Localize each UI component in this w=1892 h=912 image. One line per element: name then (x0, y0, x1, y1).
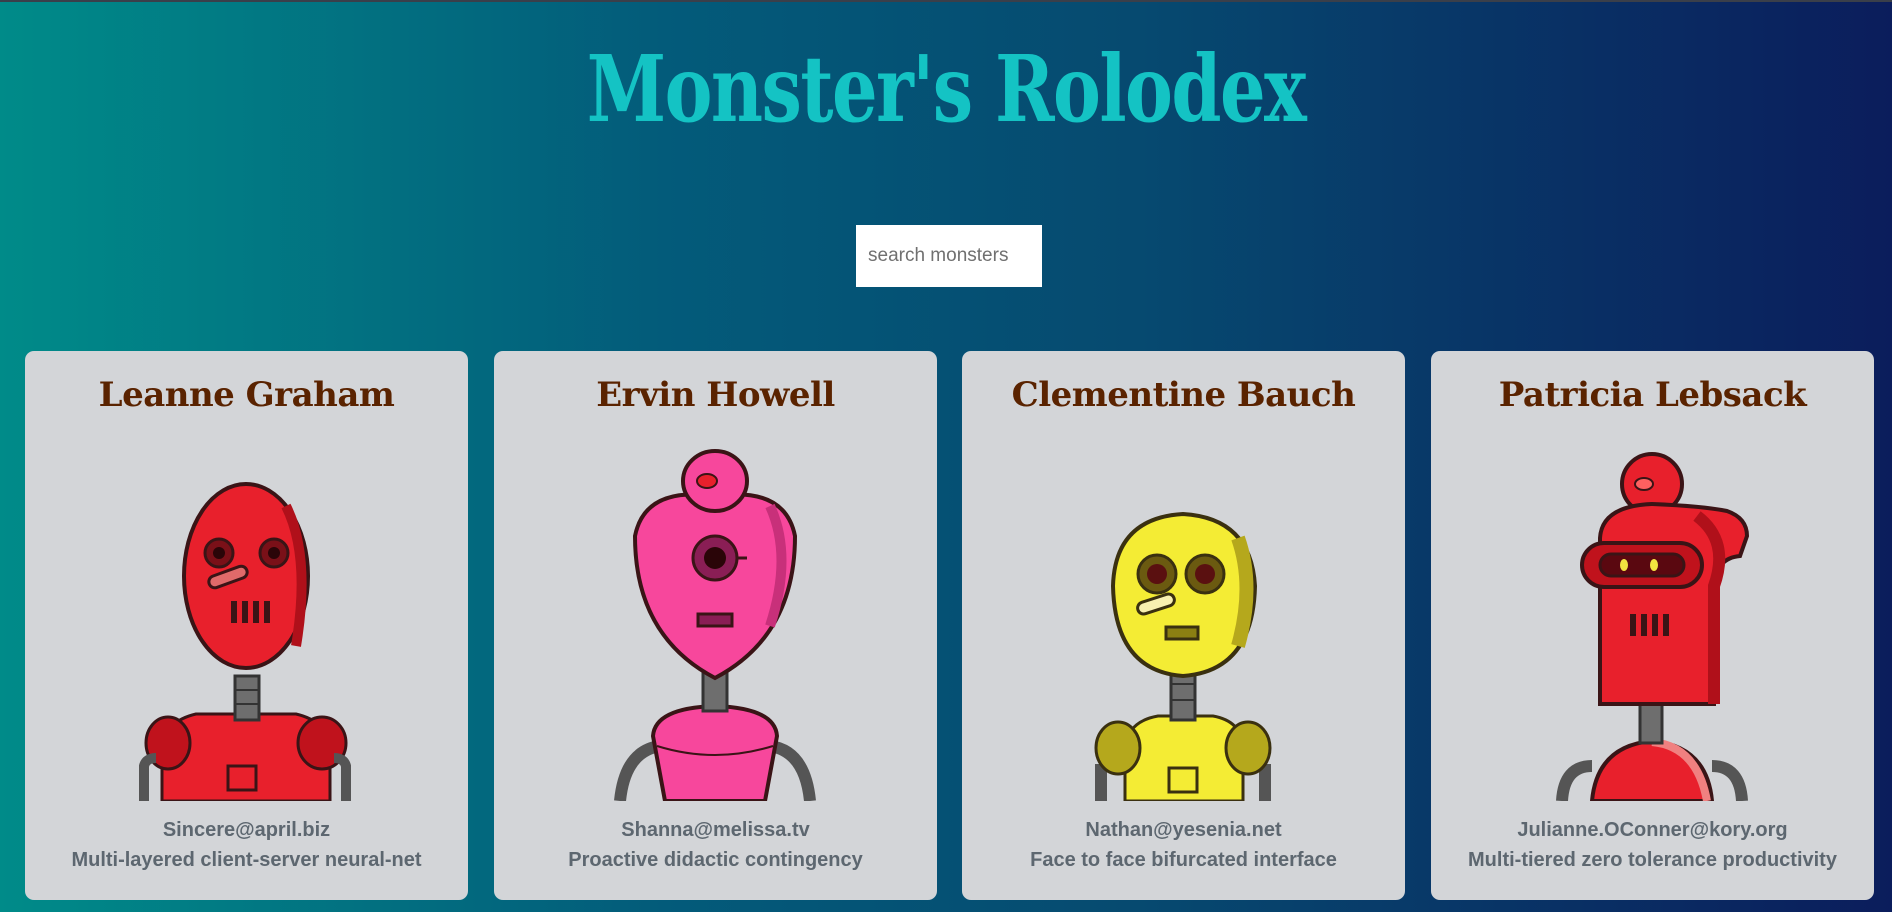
monster-name: Ervin Howell (596, 375, 835, 415)
monster-name: Leanne Graham (98, 375, 395, 415)
monster-card[interactable]: Ervin Howell Shanna@melissa.tv Proactive… (494, 351, 937, 900)
monster-email: Julianne.OConner@kory.org (1517, 819, 1788, 841)
monster-catch-phrase: Multi-tiered zero tolerance productivity (1468, 849, 1837, 871)
monster-card[interactable]: Patricia Lebsack Julianne.OConner@kory.o… (1431, 351, 1874, 900)
monster-email: Sincere@april.biz (162, 819, 331, 841)
monster-card[interactable]: Clementine Bauch Nathan@yesenia.net Face… (962, 351, 1405, 900)
app-title: Monster's Rolodex (586, 35, 1307, 143)
monster-name: Clementine Bauch (1011, 375, 1356, 415)
search-input[interactable] (856, 225, 1042, 287)
yellow-robot-avatar (1094, 511, 1272, 801)
pink-robot-avatar (614, 449, 816, 801)
monster-catch-phrase: Multi-layered client-server neural-net (71, 849, 422, 871)
card-list: Leanne Graham Sincere@april.biz Multi-la… (25, 351, 1875, 900)
monster-catch-phrase: Proactive didactic contingency (568, 849, 863, 871)
window-top-border (0, 0, 1892, 2)
monster-email: Nathan@yesenia.net (1085, 819, 1282, 841)
red-robot-avatar (139, 482, 351, 801)
monster-card[interactable]: Leanne Graham Sincere@april.biz Multi-la… (25, 351, 468, 900)
monster-name: Patricia Lebsack (1498, 375, 1807, 415)
red-hooded-robot-avatar (1556, 452, 1750, 801)
monster-email: Shanna@melissa.tv (621, 819, 810, 841)
monster-catch-phrase: Face to face bifurcated interface (1030, 849, 1337, 871)
